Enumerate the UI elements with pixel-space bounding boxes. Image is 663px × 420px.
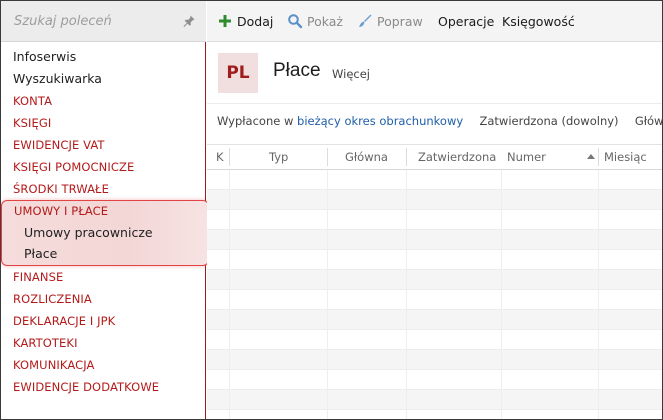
- filter-approved[interactable]: Zatwierdzona (dowolny): [479, 114, 618, 128]
- menu-item-deklaracje-i-jpk[interactable]: DEKLARACJE I JPK: [1, 310, 206, 332]
- toolbar: Dodaj Pokaż Popraw Operacje Księgowość: [207, 1, 662, 42]
- edit-button[interactable]: Popraw: [357, 12, 423, 32]
- menu-item-kartoteki[interactable]: KARTOTEKI: [1, 332, 206, 354]
- menu-item-finanse[interactable]: FINANSE: [1, 266, 206, 288]
- brush-icon: [359, 14, 372, 27]
- filter-period-link[interactable]: bieżący okres obrachunkowy: [297, 114, 463, 128]
- column-separator: [598, 148, 599, 166]
- menu-item-ewidencje-vat[interactable]: EWIDENCJE VAT: [1, 134, 206, 156]
- table-row[interactable]: [207, 290, 662, 310]
- search-icon: [288, 14, 303, 29]
- search-input[interactable]: [1, 1, 181, 41]
- menu-item-wyszukiwarka[interactable]: Wyszukiwarka: [1, 68, 206, 90]
- column-gridline: [598, 170, 599, 419]
- menu-item-umowy-i-place[interactable]: UMOWY I PŁACE: [2, 201, 208, 222]
- filter-bar: Wypłacone w bieżący okres obrachunkowy Z…: [217, 114, 663, 128]
- table-row[interactable]: [207, 250, 662, 270]
- edit-button-label: Popraw: [377, 14, 423, 29]
- header-divider: [207, 103, 662, 104]
- grid-header: K Typ Główna Zatwierdzona Numer Miesiąc: [207, 144, 662, 170]
- table-row[interactable]: [207, 390, 662, 410]
- menu-item-ewidencje-dodatkowe[interactable]: EWIDENCJE DODATKOWE: [1, 376, 206, 398]
- column-header-miesiac[interactable]: Miesiąc: [604, 145, 647, 169]
- column-gridline: [229, 170, 230, 419]
- column-header-k[interactable]: K: [216, 145, 224, 169]
- grid-rows: [207, 170, 662, 410]
- menu-item-komunikacja[interactable]: KOMUNIKACJA: [1, 354, 206, 376]
- column-separator: [327, 148, 328, 166]
- table-row[interactable]: [207, 190, 662, 210]
- column-gridline: [501, 170, 502, 419]
- table-row[interactable]: [207, 230, 662, 250]
- table-row[interactable]: [207, 350, 662, 370]
- sidebar: Infoserwis Wyszukiwarka KONTA KSIĘGI EWI…: [1, 1, 214, 419]
- filter-prefix: Wypłacone w: [217, 114, 294, 128]
- table-row[interactable]: [207, 370, 662, 390]
- menu-item-ksiegi[interactable]: KSIĘGI: [1, 112, 206, 134]
- table-row[interactable]: [207, 330, 662, 350]
- column-gridline: [327, 170, 328, 419]
- column-header-zatwierdzona[interactable]: Zatwierdzona: [418, 145, 496, 169]
- table-row[interactable]: [207, 170, 662, 190]
- menu-subitem-place[interactable]: Płace: [2, 243, 208, 264]
- plus-icon: [219, 15, 231, 27]
- operations-menu-button[interactable]: Operacje: [438, 12, 494, 32]
- menu-item-ksiegi-pomocnicze[interactable]: KSIĘGI POMOCNICZE: [1, 156, 206, 178]
- menu-item-srodki-trwale[interactable]: ŚRODKI TRWAŁE: [1, 178, 206, 200]
- column-separator: [229, 148, 230, 166]
- column-header-typ[interactable]: Typ: [269, 145, 288, 169]
- sort-ascending-icon: [587, 154, 595, 159]
- command-search: [1, 1, 206, 42]
- main-panel: Dodaj Pokaż Popraw Operacje Księgowość P…: [207, 1, 663, 419]
- table-row[interactable]: [207, 310, 662, 330]
- show-button-label: Pokaż: [307, 14, 343, 29]
- add-button-label: Dodaj: [237, 14, 274, 29]
- table-row[interactable]: [207, 270, 662, 290]
- table-row[interactable]: [207, 210, 662, 230]
- column-gridline: [406, 170, 407, 419]
- more-link[interactable]: Więcej: [332, 67, 370, 81]
- data-grid: K Typ Główna Zatwierdzona Numer Miesiąc: [207, 144, 662, 419]
- filter-main[interactable]: Główna: [635, 114, 663, 128]
- menu-item-infoserwis[interactable]: Infoserwis: [1, 46, 206, 68]
- menu-item-konta[interactable]: KONTA: [1, 90, 206, 112]
- column-separator: [406, 148, 407, 166]
- menu-item-rozliczenia[interactable]: ROZLICZENIA: [1, 288, 206, 310]
- column-header-numer[interactable]: Numer: [507, 145, 546, 169]
- show-button[interactable]: Pokaż: [287, 12, 343, 32]
- add-button[interactable]: Dodaj: [217, 12, 273, 32]
- menu-group-umowy-i-place: UMOWY I PŁACE Umowy pracownicze Płace: [1, 200, 214, 266]
- accounting-menu-button[interactable]: Księgowość: [502, 12, 575, 32]
- page-header: PL Płace Więcej: [207, 43, 662, 103]
- pin-icon[interactable]: [182, 14, 196, 28]
- page-title: Płace: [273, 60, 321, 81]
- module-badge: PL: [218, 53, 258, 93]
- menu-subitem-umowy-pracownicze[interactable]: Umowy pracownicze: [2, 222, 208, 243]
- column-header-glowna[interactable]: Główna: [345, 145, 388, 169]
- main-menu: Infoserwis Wyszukiwarka KONTA KSIĘGI EWI…: [1, 46, 214, 398]
